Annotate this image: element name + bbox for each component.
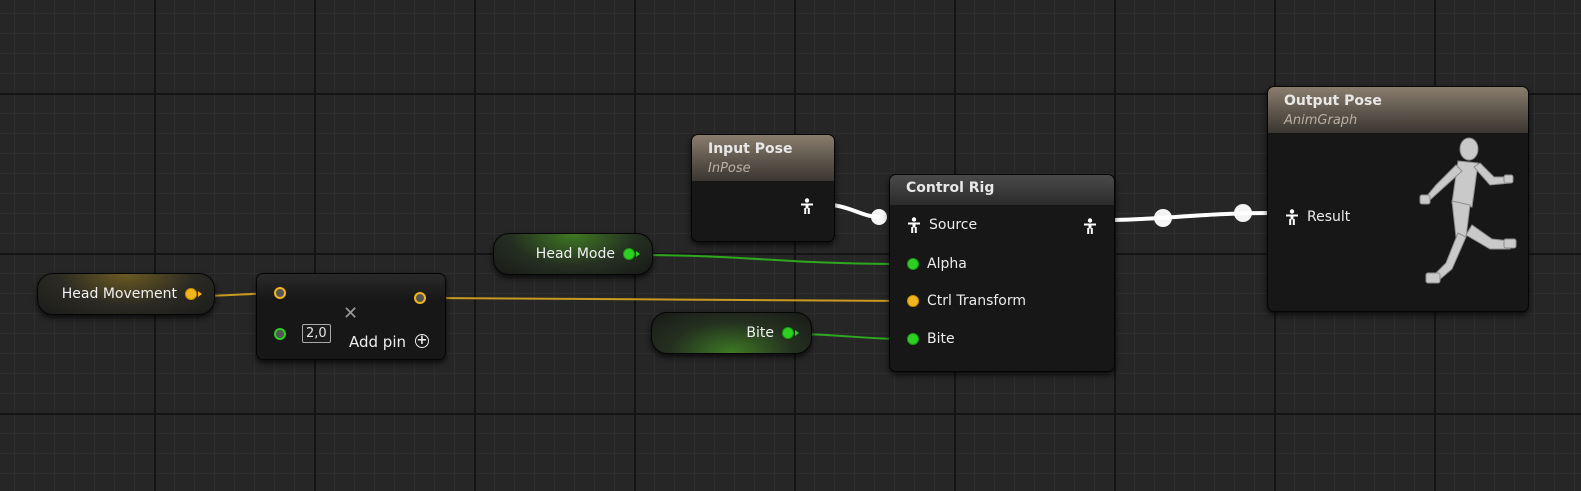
head-mode-label: Head Mode [535, 246, 615, 262]
input-pose-header: Input Pose InPose [692, 135, 834, 181]
output-pose-node[interactable]: Output Pose AnimGraph Result [1267, 86, 1529, 312]
output-pose-subtitle: AnimGraph [1284, 113, 1358, 128]
input-pose-node[interactable]: Input Pose InPose [691, 134, 835, 242]
pose-pin-icon[interactable] [800, 198, 814, 214]
pin-row-alpha[interactable]: Alpha [907, 256, 967, 272]
head-movement-output-pin[interactable] [185, 288, 197, 300]
array-input-float-pin[interactable] [274, 287, 286, 299]
wire-alpha [633, 254, 906, 265]
bite-output-pin[interactable] [782, 327, 794, 339]
pin-row-ctrl-transform[interactable]: Ctrl Transform [907, 293, 1026, 309]
bite-variable-label: Bite [746, 325, 774, 341]
wire-reroute-dot[interactable] [1234, 204, 1252, 222]
pin-arrow-icon [795, 330, 799, 336]
wire-result [1105, 211, 1271, 222]
head-movement-node[interactable]: Head Movement [37, 273, 215, 315]
array-input-bool-pin[interactable] [274, 328, 286, 340]
input-pose-subtitle: InPose [708, 161, 751, 176]
pin-label-alpha: Alpha [927, 256, 967, 272]
bite-input-pin[interactable] [907, 333, 919, 345]
control-rig-title: Control Rig [890, 175, 1114, 205]
array-output-pin[interactable] [414, 292, 426, 304]
index-value-field[interactable]: 2,0 [302, 324, 331, 343]
wire-ctrl-transform [429, 297, 906, 302]
pin-arrow-icon [198, 291, 202, 297]
pin-arrow-icon [636, 251, 640, 257]
head-movement-label: Head Movement [61, 286, 177, 302]
make-array-node[interactable]: 2,0 ✕ Add pin + [256, 273, 446, 360]
bite-variable-node[interactable]: Bite [651, 312, 812, 354]
wire-reroute-dot[interactable] [1154, 209, 1172, 227]
pin-row-source[interactable]: Source [907, 217, 977, 233]
pose-pin-icon[interactable] [1285, 209, 1299, 225]
output-pose-header: Output Pose AnimGraph [1268, 87, 1528, 133]
plus-circle-icon[interactable]: + [415, 334, 429, 348]
head-mode-output-pin[interactable] [623, 248, 635, 260]
wire-reroute-dot[interactable] [871, 209, 887, 225]
pose-output-pin-icon[interactable] [1083, 218, 1097, 234]
pin-row-result[interactable]: Result [1285, 209, 1350, 225]
control-rig-node[interactable]: Control Rig Source Alpha Ctrl Transform … [889, 174, 1115, 372]
close-icon[interactable]: ✕ [343, 305, 358, 323]
pose-pin-icon[interactable] [907, 217, 921, 233]
ctrl-transform-input-pin[interactable] [907, 295, 919, 307]
pin-label-source: Source [929, 217, 978, 233]
add-pin-label[interactable]: Add pin [349, 333, 406, 351]
output-pose-title: Output Pose [1284, 93, 1382, 109]
head-mode-node[interactable]: Head Mode [493, 233, 653, 275]
alpha-input-pin[interactable] [907, 258, 919, 270]
result-label: Result [1307, 209, 1351, 225]
pin-label-bite: Bite [927, 331, 955, 347]
running-mannequin-icon [1419, 137, 1517, 284]
input-pose-title: Input Pose [708, 141, 793, 157]
pin-label-ctrl-transform: Ctrl Transform [927, 293, 1026, 309]
pin-row-bite[interactable]: Bite [907, 331, 955, 347]
